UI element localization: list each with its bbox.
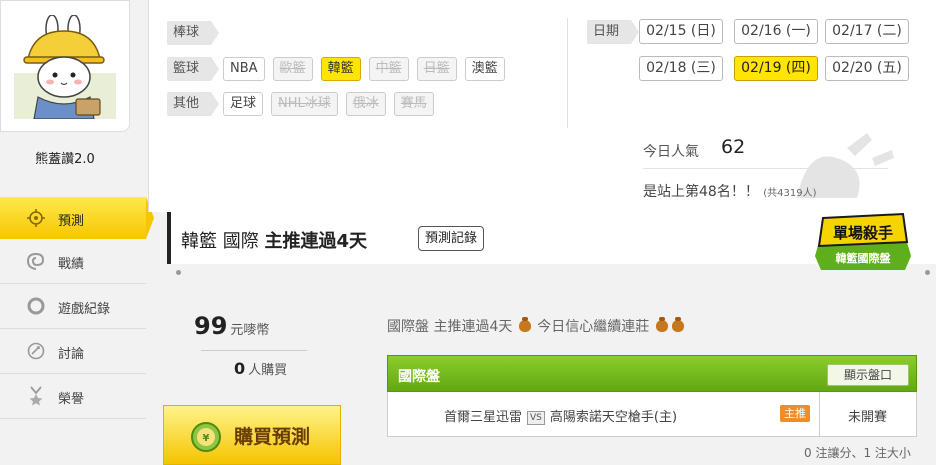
page: 熊蓋讚2.0 預測 戰績 遊戲紀錄 討論 榮譽 棒球 籃球 NBA 歐籃 韓籃 … [0,0,936,465]
sidebar-menu: 預測 戰績 遊戲紀錄 討論 榮譽 [0,197,154,419]
away-team: 首爾三星迅雷 [444,410,523,425]
panel-divider [567,18,568,128]
price-unit: 元嘜幣 [230,323,270,338]
price-line: 99 元嘜幣 [194,312,269,340]
vs-badge: VS [527,411,545,425]
category-row-basketball: 籃球 NBA 歐籃 韓籃 中籃 日籃 澳籃 [167,57,513,81]
league-chip-korea[interactable]: 韓籃 [320,57,361,81]
date-chip-0219[interactable]: 02/19 (四) [734,56,818,81]
moneybag-icon [671,317,684,332]
sidebar-item-honor[interactable]: 榮譽 [0,374,146,419]
show-odds-button[interactable]: 顯示盤口 [827,364,909,386]
avatar[interactable] [14,15,116,119]
pick-count-footnote: 0 注讓分、1 注大小 [804,446,911,460]
category-label-other[interactable]: 其他 [167,92,219,116]
killer-badge: 單場殺手 韓籃國際盤 [815,212,911,270]
date-chip-0218[interactable]: 02/18 (三) [639,56,723,81]
rank-total: (共4319人) [763,188,817,199]
sidebar-item-predict[interactable]: 預測 [0,197,154,239]
league-chip-russia-hockey: 俄冰 [345,92,386,116]
date-chip-0216[interactable]: 02/16 (一) [734,19,818,44]
buyers-unit: 人購買 [248,363,288,378]
svg-text:¥: ¥ [203,433,210,444]
date-chip-0217[interactable]: 02/17 (二) [825,19,909,44]
category-label-basketball[interactable]: 籃球 [167,57,219,81]
category-label-baseball[interactable]: 棒球 [167,21,219,45]
coin-icon: ¥ [191,422,221,452]
recommendation-text: 國際盤 主推連過4天 今日信心繼續連莊 [387,316,686,336]
sidebar-item-discussion[interactable]: 討論 [0,329,146,374]
chat-icon [27,342,45,360]
recommendation-part1: 國際盤 主推連過4天 [387,319,513,335]
buy-button-label: 購買預測 [234,426,311,448]
match-status: 未開賽 [848,410,888,425]
badge-title: 單場殺手 [833,224,893,242]
ring-icon [27,297,45,315]
badge-subtitle: 韓籃國際盤 [836,251,892,265]
price-value: 99 [194,312,228,340]
filter-panel: 棒球 籃球 NBA 歐籃 韓籃 中籃 日籃 澳籃 其他 足球 NHL冰球 俄冰 … [148,0,936,212]
sidebar-item-label: 榮譽 [58,392,85,407]
divider-dot-left [176,270,181,275]
popularity-divider [643,168,888,169]
moneybag-icon [518,317,531,332]
league-chip-australia[interactable]: 澳籃 [464,57,505,81]
price-separator [201,350,307,351]
prediction-history-button[interactable]: 預測記錄 [418,226,485,251]
date-label-wrap: 日期 [587,20,643,44]
league-chip-nhl: NHL冰球 [271,92,338,116]
username: 熊蓋讚2.0 [35,152,95,167]
recommendation-part2: 今日信心繼續連莊 [537,319,650,335]
table-header: 國際盤 顯示盤口 [387,355,917,392]
popularity-label: 今日人氣 [643,144,699,160]
table-title: 國際盤 [398,369,440,385]
swirl-icon [26,252,45,270]
target-icon [27,209,45,227]
date-chip-0220[interactable]: 02/20 (五) [825,56,909,81]
home-team: 高陽索諾天空槍手(主) [549,410,678,425]
date-label: 日期 [587,20,639,44]
popularity-value: 62 [721,136,746,158]
moneybag-icon [655,317,668,332]
cell-divider [819,392,820,436]
league-chip-horse-racing: 賽馬 [393,92,434,116]
main-pick-tag: 主推 [780,405,810,422]
heading-streak: 主推連過4天 [264,231,367,252]
sidebar-item-game-history[interactable]: 遊戲紀錄 [0,284,146,329]
league-chip-china: 中籃 [368,57,409,81]
league-chip-euro: 歐籃 [272,57,313,81]
avatar-card [0,0,130,132]
league-chip-nba[interactable]: NBA [223,57,265,81]
sidebar-item-label: 預測 [58,214,85,229]
prediction-main: 韓籃 國際 主推連過4天 預測記錄 單場殺手 韓籃國際盤 99 元嘜幣 0 人購買 … [163,212,936,465]
sidebar: 熊蓋讚2.0 預測 戰績 遊戲紀錄 討論 榮譽 [0,0,154,465]
rank-text: 是站上第48名！！ (共4319人) [643,181,817,201]
sidebar-item-record[interactable]: 戰績 [0,239,146,284]
odds-table: 國際盤 顯示盤口 首爾三星迅雷 VS 高陽索諾天空槍手(主) 主推 未開賽 [387,355,917,437]
buyers-line: 0 人購買 [234,359,287,378]
sidebar-item-label: 遊戲紀錄 [58,302,111,317]
table-row: 首爾三星迅雷 VS 高陽索諾天空槍手(主) 主推 未開賽 [387,392,917,437]
divider-dot-right [925,270,930,275]
date-chip-0215[interactable]: 02/15 (日) [639,19,723,44]
buyers-count: 0 [234,359,246,378]
sidebar-item-label: 討論 [58,347,85,362]
buy-prediction-button[interactable]: ¥ 購買預測 [163,405,341,465]
heading-text: 韓籃 國際 主推連過4天 [181,227,367,253]
match-teams: 首爾三星迅雷 VS 高陽索諾天空槍手(主) [444,406,677,425]
sidebar-item-label: 戰績 [58,257,85,272]
rank-main: 是站上第48名！！ [643,184,759,200]
category-row-baseball: 棒球 [167,21,223,45]
medal-icon [29,386,43,406]
league-chip-japan: 日籃 [416,57,457,81]
heading-league: 韓籃 國際 [181,231,259,252]
category-row-other: 其他 足球 NHL冰球 俄冰 賽馬 [167,92,442,116]
league-chip-soccer[interactable]: 足球 [223,92,264,116]
